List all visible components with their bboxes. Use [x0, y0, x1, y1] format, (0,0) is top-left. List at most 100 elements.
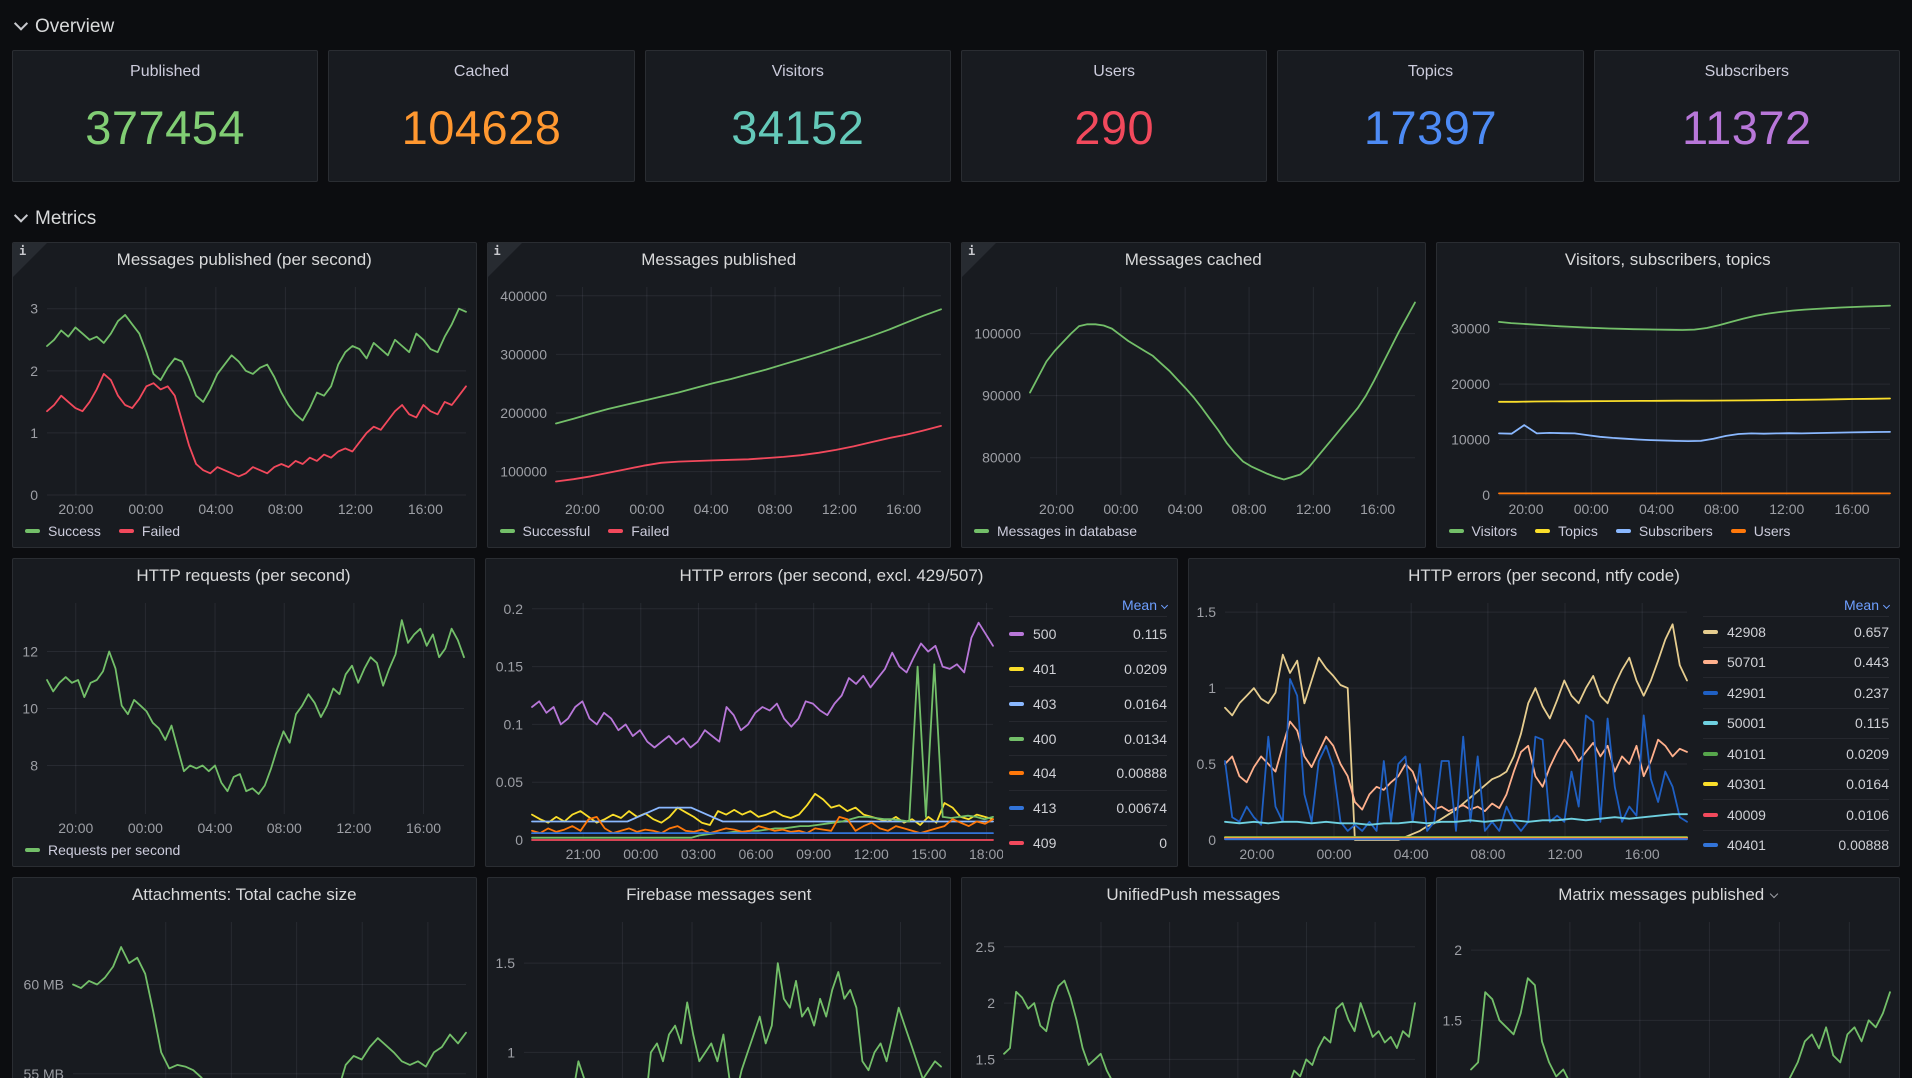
visitors-subscribers-topics-body: 010000200003000020:0000:0004:0008:0012:0… [1437, 277, 1900, 521]
legend-item-success[interactable]: Success [25, 523, 101, 539]
series-mean-value: 0.115 [1855, 715, 1889, 731]
svg-text:20000: 20000 [1451, 376, 1490, 392]
legend-item-users[interactable]: Users [1731, 523, 1791, 539]
svg-text:1: 1 [1208, 680, 1216, 696]
svg-text:21:00: 21:00 [566, 846, 601, 862]
chart-row-3: Attachments: Total cache size55 MB60 MB F… [12, 877, 1900, 1078]
svg-text:08:00: 08:00 [1232, 501, 1267, 517]
legend-mean-sort[interactable]: Mean [1122, 595, 1167, 616]
http-errors-ntfy-title[interactable]: HTTP errors (per second, ntfy code) [1189, 559, 1899, 593]
legend-row-413[interactable]: 4130.00674 [1009, 790, 1167, 825]
series-name: 50701 [1727, 654, 1766, 670]
legend-mean-sort[interactable]: Mean [1844, 595, 1889, 616]
legend-item-failed[interactable]: Failed [119, 523, 180, 539]
svg-text:400000: 400000 [500, 288, 547, 304]
firebase-messages-sent-chart[interactable]: 0.511.5 [488, 912, 951, 1078]
svg-text:20:00: 20:00 [1508, 501, 1543, 517]
matrix-messages-published-title-text: Matrix messages published [1558, 885, 1764, 905]
http-requests-panel: HTTP requests (per second)8101220:0000:0… [12, 558, 475, 867]
legend-row-500[interactable]: 5000.115 [1009, 616, 1167, 651]
svg-text:15:00: 15:00 [911, 846, 946, 862]
http-requests-chart[interactable]: 8101220:0000:0004:0008:0012:0016:00 [13, 593, 474, 840]
legend-row-50701[interactable]: 507010.443 [1703, 647, 1889, 678]
visitors-subscribers-topics-chart[interactable]: 010000200003000020:0000:0004:0008:0012:0… [1437, 277, 1900, 521]
unifiedpush-messages-chart[interactable]: 11.522.5 [962, 912, 1425, 1078]
series-name: 409 [1033, 835, 1056, 851]
legend-row-401[interactable]: 4010.0209 [1009, 651, 1167, 686]
messages-cached-title[interactable]: Messages cached [962, 243, 1425, 277]
info-icon[interactable]: i [968, 244, 975, 258]
legend-row-42901[interactable]: 429010.237 [1703, 677, 1889, 708]
info-icon[interactable]: i [19, 244, 26, 258]
legend-row-50001[interactable]: 500010.115 [1703, 708, 1889, 739]
http-errors-ntfy-chart[interactable]: 00.511.520:0000:0004:0008:0012:0016:00 [1189, 593, 1697, 866]
svg-text:10000: 10000 [1451, 432, 1490, 448]
svg-text:12:00: 12:00 [821, 501, 856, 517]
series-name: 413 [1033, 800, 1056, 816]
messages-published-total-chart[interactable]: 10000020000030000040000020:0000:0004:000… [488, 277, 951, 521]
attachments-cache-size-chart[interactable]: 55 MB60 MB [13, 912, 476, 1078]
legend-item-visitors[interactable]: Visitors [1449, 523, 1518, 539]
attachments-cache-size-title[interactable]: Attachments: Total cache size [13, 878, 476, 912]
chevron-down-icon [14, 17, 28, 31]
svg-text:04:00: 04:00 [198, 820, 233, 836]
http-errors-excl-chart[interactable]: 00.050.10.150.221:0000:0003:0006:0009:00… [486, 593, 1003, 866]
legend-row-409[interactable]: 409 0 [1009, 825, 1167, 860]
legend-item-successful[interactable]: Successful [500, 523, 591, 539]
firebase-messages-sent-title[interactable]: Firebase messages sent [488, 878, 951, 912]
legend-row-40401[interactable]: 404010.00888 [1703, 830, 1889, 861]
series-mean-value: 0.00888 [1116, 765, 1167, 781]
http-requests-title[interactable]: HTTP requests (per second) [13, 559, 474, 593]
messages-published-total-title[interactable]: Messages published [488, 243, 951, 277]
svg-text:20:00: 20:00 [1239, 846, 1274, 862]
messages-published-rate-title[interactable]: Messages published (per second) [13, 243, 476, 277]
unifiedpush-messages-title[interactable]: UnifiedPush messages [962, 878, 1425, 912]
unifiedpush-messages-title-text: UnifiedPush messages [1106, 885, 1280, 905]
legend-row-403[interactable]: 4030.0164 [1009, 686, 1167, 721]
chevron-down-icon[interactable] [1770, 889, 1778, 897]
http-errors-ntfy-legend-table: Mean429080.657507010.443429010.237500010… [1697, 593, 1899, 866]
attachments-cache-size-panel: Attachments: Total cache size55 MB60 MB [12, 877, 477, 1078]
http-errors-ntfy-panel: HTTP errors (per second, ntfy code)00.51… [1188, 558, 1900, 867]
series-name: Failed [631, 523, 669, 539]
visitors-subscribers-topics-title[interactable]: Visitors, subscribers, topics [1437, 243, 1900, 277]
svg-text:04:00: 04:00 [1168, 501, 1203, 517]
legend-row-404[interactable]: 4040.00888 [1009, 755, 1167, 790]
visitors-subscribers-topics-legend: Visitors Topics Subscribers Users [1437, 521, 1900, 547]
legend-item-failed[interactable]: Failed [608, 523, 669, 539]
series-mean-value: 0.0209 [1846, 746, 1889, 762]
svg-text:08:00: 08:00 [757, 501, 792, 517]
series-mean-value: 0 [1159, 835, 1167, 851]
legend-item-requests-per-second[interactable]: Requests per second [25, 842, 180, 858]
legend-row-40009[interactable]: 400090.0106 [1703, 799, 1889, 830]
series-color-swatch [25, 529, 40, 533]
svg-text:08:00: 08:00 [1470, 846, 1505, 862]
legend-row-40301[interactable]: 403010.0164 [1703, 769, 1889, 800]
messages-cached-chart[interactable]: 800009000010000020:0000:0004:0008:0012:0… [962, 277, 1425, 521]
matrix-messages-published-title[interactable]: Matrix messages published [1437, 878, 1900, 912]
series-color-swatch [1703, 843, 1718, 847]
info-icon[interactable]: i [494, 244, 501, 258]
legend-row-42908[interactable]: 429080.657 [1703, 616, 1889, 647]
overview-section-toggle[interactable]: Overview [16, 14, 1900, 40]
legend-item-messages-in-database[interactable]: Messages in database [974, 523, 1137, 539]
stat-value-published: 377454 [85, 73, 245, 181]
overview-section-title: Overview [35, 16, 114, 38]
legend-item-subscribers[interactable]: Subscribers [1616, 523, 1713, 539]
legend-rows: 5000.1154010.02094030.01644000.01344040.… [1009, 616, 1167, 860]
unifiedpush-messages-body: 11.522.5 [962, 912, 1425, 1078]
metrics-section-toggle[interactable]: Metrics [16, 206, 1900, 232]
svg-text:90000: 90000 [982, 388, 1021, 404]
legend-item-topics[interactable]: Topics [1535, 523, 1598, 539]
svg-text:20:00: 20:00 [58, 501, 93, 517]
messages-published-total-panel: iMessages published100000200000300000400… [487, 242, 952, 548]
series-color-swatch [1009, 841, 1024, 845]
chevron-down-icon [14, 209, 28, 223]
svg-text:06:00: 06:00 [739, 846, 774, 862]
http-errors-excl-title[interactable]: HTTP errors (per second, excl. 429/507) [486, 559, 1177, 593]
messages-published-rate-chart[interactable]: 012320:0000:0004:0008:0012:0016:00 [13, 277, 476, 521]
legend-row-40101[interactable]: 401010.0209 [1703, 738, 1889, 769]
visitors-subscribers-topics-title-text: Visitors, subscribers, topics [1565, 250, 1771, 270]
legend-row-400[interactable]: 4000.0134 [1009, 721, 1167, 756]
matrix-messages-published-chart[interactable]: 11.52 [1437, 912, 1900, 1078]
